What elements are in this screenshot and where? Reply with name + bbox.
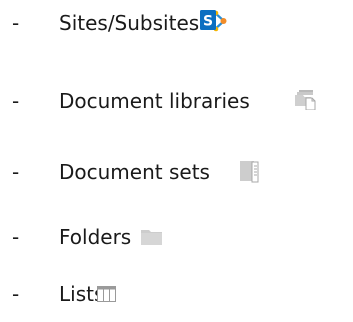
bullet-dash: -	[12, 89, 20, 113]
svg-text:S: S	[203, 14, 213, 30]
list-item: - Sites/Subsites S	[0, 3, 353, 43]
list-item: - Document sets	[0, 152, 353, 192]
list-item: - Folders	[0, 217, 353, 257]
item-label: Folders	[59, 225, 132, 249]
list-item: - Document libraries	[0, 81, 353, 121]
bullet-dash: -	[12, 225, 20, 249]
bullet-dash: -	[12, 160, 20, 184]
item-label: Sites/Subsites	[59, 11, 200, 35]
bullet-dash: -	[12, 11, 20, 35]
bullet-dash: -	[12, 282, 20, 306]
item-label: Document sets	[59, 160, 210, 184]
sharepoint-site-icon: S	[200, 10, 227, 32]
document-set-icon	[240, 161, 259, 183]
folder-icon	[141, 230, 162, 245]
list-icon	[97, 286, 116, 302]
document-library-icon	[295, 90, 316, 110]
list-item: - Lists	[0, 274, 353, 314]
item-label: Document libraries	[59, 89, 250, 113]
